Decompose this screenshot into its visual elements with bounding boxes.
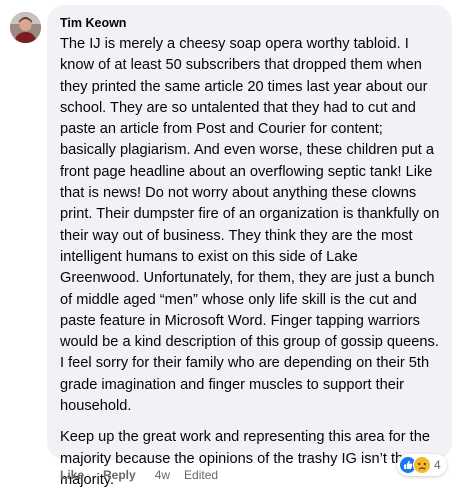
comment-bubble: Tim Keown The IJ is merely a cheesy soap… <box>47 5 452 488</box>
author-avatar[interactable] <box>10 12 41 43</box>
sad-icon <box>413 456 431 474</box>
reply-button[interactable]: Reply <box>103 468 136 482</box>
avatar-photo <box>10 12 41 43</box>
comment-thread: Tim Keown The IJ is merely a cheesy soap… <box>0 0 472 488</box>
like-button[interactable]: Like <box>60 468 84 482</box>
comment-author-name[interactable]: Tim Keown <box>60 15 440 31</box>
edited-label[interactable]: Edited <box>184 468 218 482</box>
comment-actions: Like Reply 4w Edited <box>60 467 218 483</box>
comment-body-paragraph: The IJ is merely a cheesy soap opera wor… <box>60 36 440 415</box>
reactions-summary[interactable]: 4 <box>397 454 447 476</box>
comment-timestamp[interactable]: 4w <box>155 468 170 482</box>
reaction-count: 4 <box>434 458 441 472</box>
